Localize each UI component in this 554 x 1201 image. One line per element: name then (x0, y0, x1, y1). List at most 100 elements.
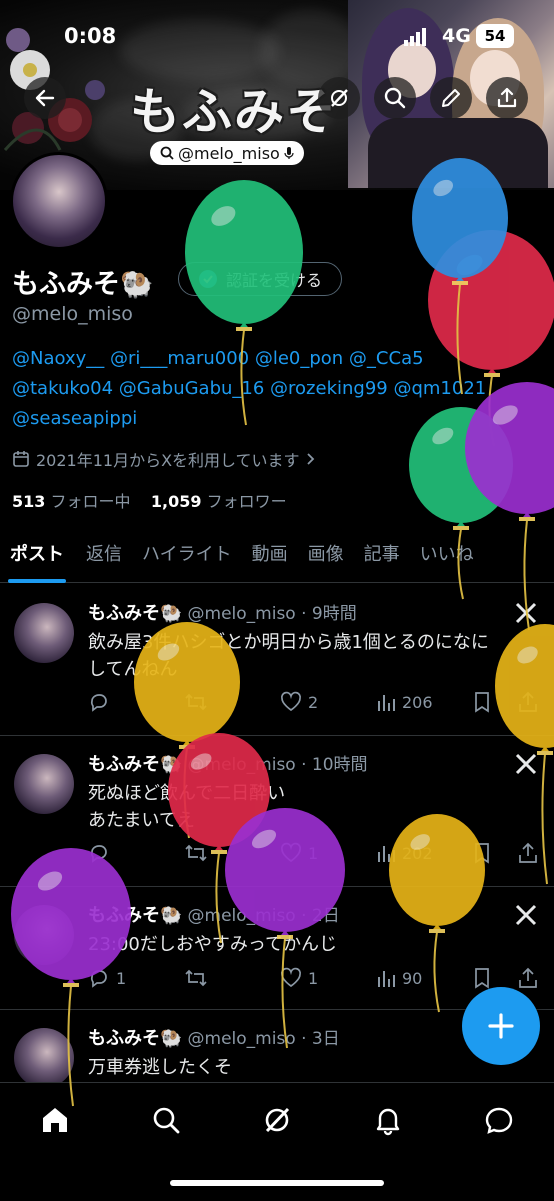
x-logo-icon[interactable] (514, 752, 538, 776)
joined-date[interactable]: 2021年11月からXを利用しています (12, 447, 316, 471)
reply-button[interactable]: 1 (88, 967, 126, 989)
reply-button[interactable] (88, 842, 116, 864)
bookmark-icon (475, 843, 489, 864)
views-icon (378, 695, 395, 711)
post-author-name[interactable]: もふみそ🐏 (88, 905, 182, 926)
bookmark-button[interactable] (472, 967, 492, 989)
nav-grok[interactable] (257, 1100, 297, 1140)
retweet-button[interactable] (184, 842, 214, 864)
post-item[interactable]: もふみそ🐏 @melo_miso · 10時間 死ぬほど飲んで二日酔い あたまい… (0, 736, 554, 887)
x-logo-icon[interactable] (514, 903, 538, 927)
bio-line[interactable]: @Naoxy__ @ri___maru000 @le0_pon @_CCa5 (12, 348, 424, 369)
post-avatar[interactable] (14, 905, 74, 965)
views-count: 90 (402, 968, 423, 988)
tab-posts[interactable]: ポスト (0, 530, 74, 583)
grok-button[interactable] (318, 77, 360, 119)
share-icon (497, 87, 517, 108)
compose-post-button[interactable] (462, 987, 540, 1065)
post-meta: @melo_miso · 2日 (187, 906, 340, 926)
bookmark-icon (475, 692, 489, 713)
tab-articles[interactable]: 記事 (354, 530, 410, 582)
post-meta: @melo_miso · 10時間 (187, 755, 368, 775)
post-author-name[interactable]: もふみそ🐏 (88, 603, 182, 624)
profile-avatar[interactable] (10, 152, 108, 250)
followers-label: フォロワー (206, 492, 287, 511)
home-icon (43, 1108, 67, 1132)
edit-button[interactable] (430, 77, 472, 119)
tab-videos[interactable]: 動画 (242, 530, 298, 582)
share-post-button[interactable] (518, 967, 538, 989)
nav-notifications[interactable] (368, 1100, 408, 1140)
bio-line[interactable]: @seaseapippi (12, 408, 137, 429)
reply-icon (90, 694, 107, 712)
post-text-line: 飲み屋3件ハシゴとか明日から歳1個とるのになに (88, 632, 489, 653)
retweet-icon (185, 693, 207, 711)
views-icon (378, 971, 395, 987)
post-text-line: あたまいてえ (88, 810, 195, 831)
like-button[interactable]: 1 (280, 967, 318, 989)
views-button[interactable]: 202 (376, 842, 433, 864)
chevron-right-icon (306, 453, 314, 465)
post-avatar[interactable] (14, 1028, 74, 1088)
nav-home[interactable] (35, 1100, 75, 1140)
like-button[interactable]: 1 (280, 842, 318, 864)
nav-messages[interactable] (479, 1100, 519, 1140)
tab-replies[interactable]: 返信 (76, 530, 132, 582)
retweet-button[interactable] (184, 967, 214, 989)
retweet-icon (185, 844, 207, 862)
post-avatar[interactable] (14, 603, 74, 663)
reply-button[interactable] (88, 691, 116, 713)
retweet-button[interactable] (184, 691, 214, 713)
tab-highlights[interactable]: ハイライト (132, 530, 242, 582)
views-count: 202 (402, 843, 433, 863)
post-meta: @melo_miso · 9時間 (187, 604, 357, 624)
bookmark-button[interactable] (472, 691, 492, 713)
post-text-line: 万車券逃したくそ (88, 1057, 232, 1078)
post-author-name[interactable]: もふみそ🐏 (88, 754, 182, 775)
like-icon (280, 967, 302, 988)
get-verified-button[interactable]: 認証を受ける (178, 262, 342, 296)
views-icon (378, 846, 395, 862)
views-button[interactable]: 206 (376, 691, 433, 713)
post-meta: @melo_miso · 3日 (187, 1029, 340, 1049)
tab-images[interactable]: 画像 (298, 530, 354, 582)
back-button[interactable] (24, 77, 66, 119)
tab-likes[interactable]: いいね (410, 530, 484, 582)
share-post-button[interactable] (518, 842, 538, 864)
share-button[interactable] (486, 77, 528, 119)
post-avatar[interactable] (14, 754, 74, 814)
x-logo-icon[interactable] (514, 601, 538, 625)
views-button[interactable]: 90 (376, 967, 422, 989)
network-type: 4G (442, 25, 471, 47)
battery-indicator: 54 (476, 24, 514, 48)
follow-stats: 513 フォロー中 1,059 フォロワー (12, 488, 287, 512)
post-author-name[interactable]: もふみそ🐏 (88, 1028, 182, 1049)
reply-icon (90, 845, 107, 863)
get-verified-label: 認証を受ける (225, 271, 322, 290)
share-icon (519, 842, 537, 863)
reply-count: 1 (116, 968, 127, 988)
post-item[interactable]: もふみそ🐏 @melo_miso · 2日 23:00だしおやすみってかんじ 1… (0, 887, 554, 1010)
banner-handle-text: @melo_miso (178, 143, 280, 163)
nav-search[interactable] (146, 1100, 186, 1140)
bookmark-button[interactable] (472, 842, 492, 864)
like-button[interactable]: 2 (280, 691, 318, 713)
profile-tabs: ポスト 返信 ハイライト 動画 画像 記事 いいね (0, 530, 554, 583)
profile-handle: @melo_miso (12, 303, 133, 325)
share-post-button[interactable] (518, 691, 538, 713)
banner-handle-pill: @melo_miso (150, 141, 304, 165)
post-item[interactable]: もふみそ🐏 @melo_miso · 9時間 飲み屋3件ハシゴとか明日から歳1個… (0, 585, 554, 736)
bio-line[interactable]: @takuko04 @GabuGabu_16 @rozeking99 @qm10… (12, 378, 486, 399)
notifications-icon (376, 1108, 400, 1136)
post-text-line: 死ぬほど飲んで二日酔い (88, 783, 286, 804)
grok-icon (331, 89, 348, 107)
post-text: 23:00だしおやすみってかんじ (88, 931, 337, 958)
following-link[interactable]: 513 フォロー中 (12, 492, 131, 511)
like-count: 1 (308, 968, 319, 988)
search-button[interactable] (374, 77, 416, 119)
balloon (428, 230, 554, 447)
share-icon (519, 691, 537, 712)
plus-icon (488, 1013, 514, 1039)
followers-link[interactable]: 1,059 フォロワー (151, 492, 287, 511)
balloon (412, 158, 508, 395)
